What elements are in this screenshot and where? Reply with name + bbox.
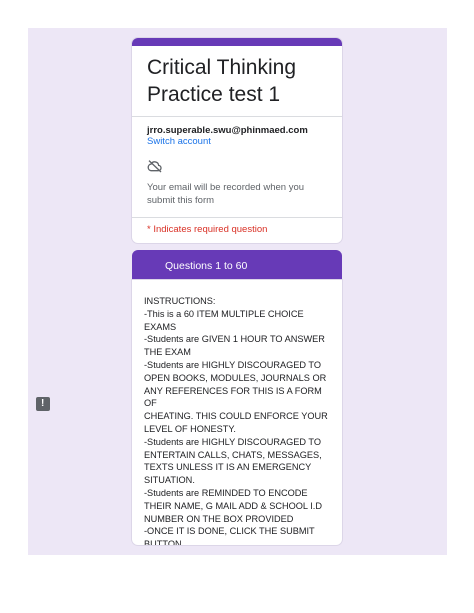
instruction-line: ANY REFERENCES FOR THIS IS A FORM OF — [144, 385, 322, 409]
instruction-line: THEIR NAME, G MAIL ADD & SCHOOL I.D — [144, 500, 322, 511]
instruction-line: -Students are GIVEN 1 HOUR TO ANSWER — [144, 334, 325, 345]
instructions-text: INSTRUCTIONS: -This is a 60 ITEM MULTIPLE… — [144, 295, 332, 545]
instruction-line: ENTERTAIN CALLS, CHATS, MESSAGES, — [144, 449, 322, 460]
form-header-card: Critical Thinking Practice test 1 jrro.s… — [132, 38, 342, 243]
instruction-line: OPEN BOOKS, MODULES, JOURNALS OR — [144, 372, 327, 383]
email-record-notice: Your email will be recorded when you sub… — [147, 182, 305, 206]
instruction-line: LEVEL OF HONESTY. — [144, 423, 236, 434]
instruction-line: -Students are HIGHLY DISCOURAGED TO — [144, 436, 322, 447]
form-title-line2: Practice test 1 — [147, 83, 281, 106]
instruction-line: -ONCE IT IS DONE, CLICK THE SUBMIT — [144, 526, 315, 537]
instruction-line: -Students are HIGHLY DISCOURAGED TO — [144, 359, 322, 370]
section-header: Questions 1 to 60 — [132, 250, 342, 280]
divider — [132, 116, 342, 117]
section-title: Questions 1 to 60 — [165, 260, 248, 272]
switch-account-link[interactable]: Switch account — [147, 136, 327, 147]
form-title: Critical Thinking Practice test 1 — [147, 54, 328, 108]
account-email: jrro.superable.swu@phinmaed.com — [147, 125, 308, 136]
cloud-off-icon — [147, 160, 162, 173]
instruction-line: -Students are REMINDED TO ENCODE — [144, 487, 308, 498]
instruction-line: SITUATION. — [144, 475, 195, 486]
instruction-line: BUTTON — [144, 539, 182, 545]
instruction-line: EXAMS — [144, 321, 177, 332]
feedback-icon[interactable] — [36, 397, 50, 411]
instruction-line: INSTRUCTIONS: — [144, 296, 216, 306]
instruction-line: TEXTS UNLESS IT IS AN EMERGENCY — [144, 462, 312, 473]
instruction-line: NUMBER ON THE BOX PROVIDED — [144, 513, 294, 524]
section-description-card: INSTRUCTIONS: -This is a 60 ITEM MULTIPLE… — [132, 280, 342, 545]
accent-bar — [132, 38, 342, 46]
instruction-line: THE EXAM — [144, 347, 191, 358]
form-title-line1: Critical Thinking — [147, 56, 296, 79]
required-question-note: * Indicates required question — [147, 224, 268, 235]
instruction-line: CHEATING. THIS COULD ENFORCE YOUR — [144, 411, 328, 422]
divider — [132, 217, 342, 218]
instruction-line: -This is a 60 ITEM MULTIPLE CHOICE — [144, 308, 304, 319]
